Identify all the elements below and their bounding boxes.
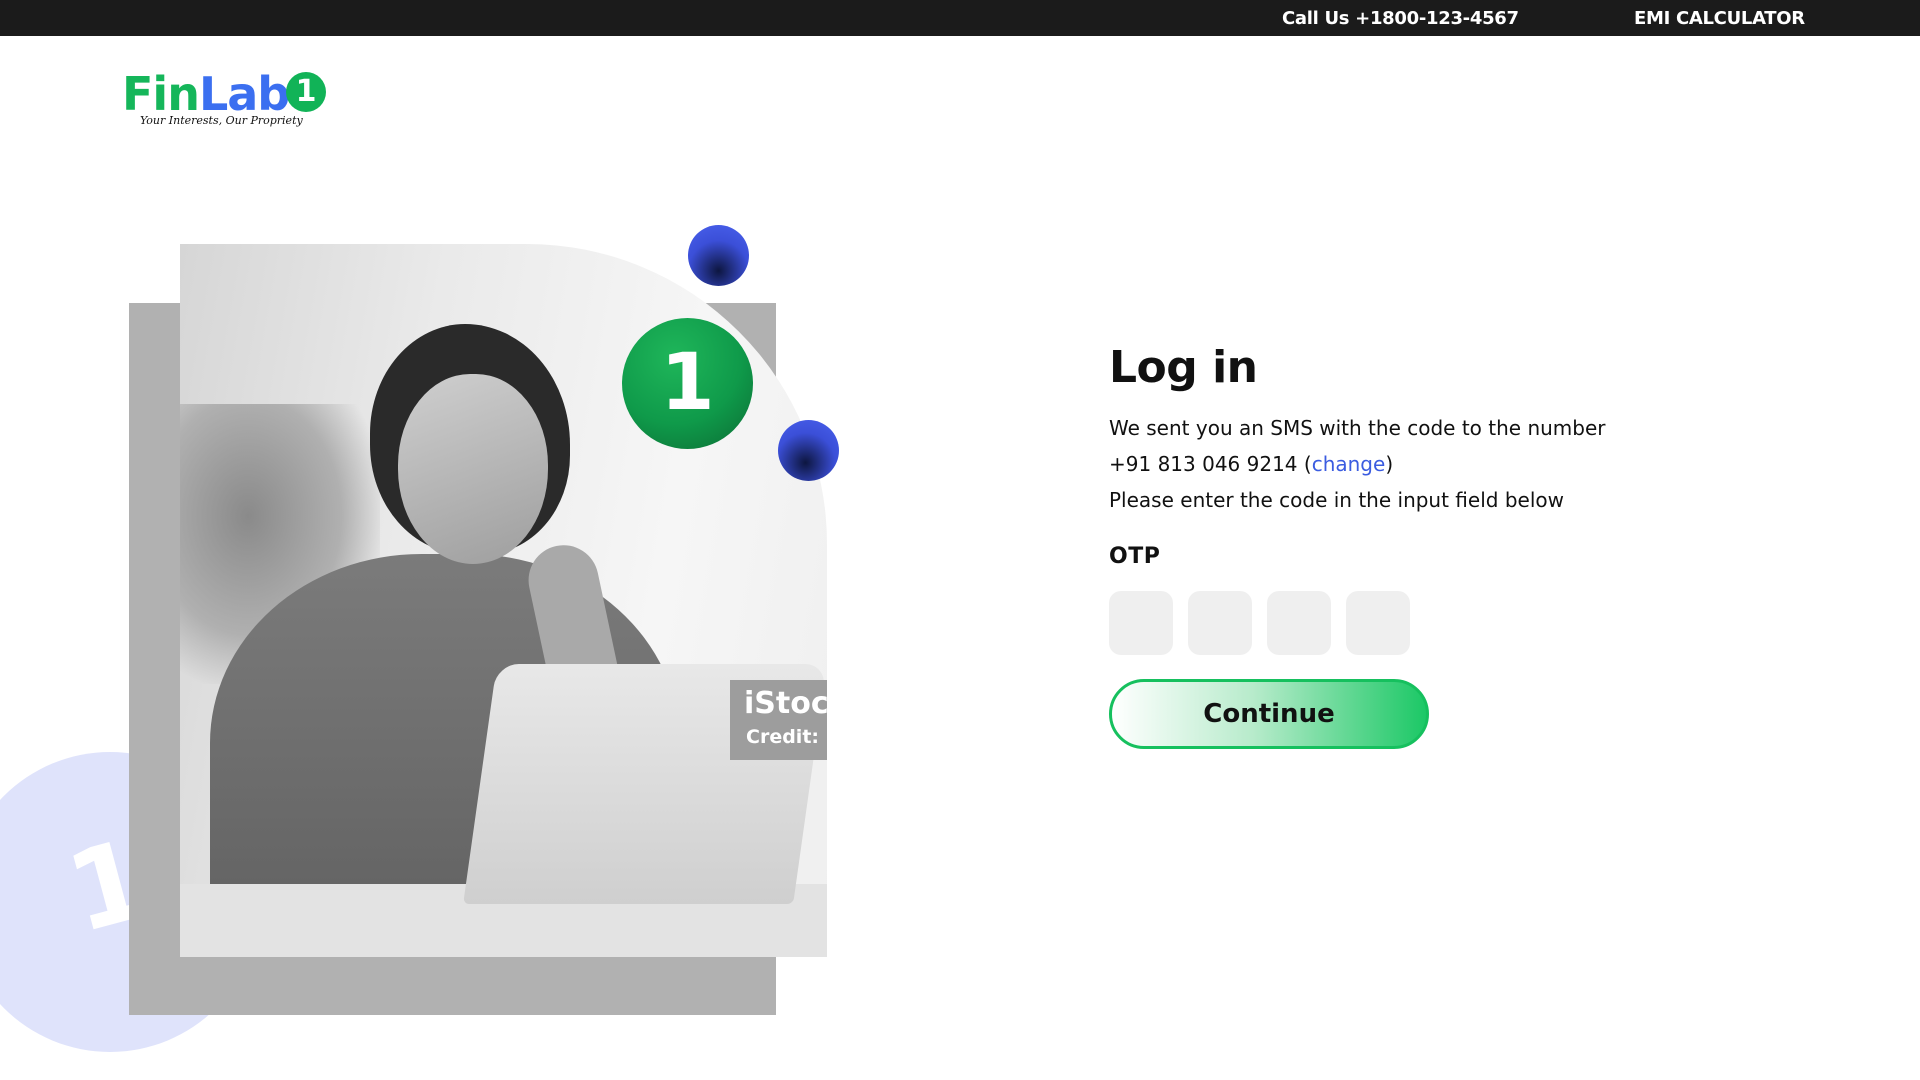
sms-sent-text: We sent you an SMS with the code to the … — [1109, 416, 1606, 440]
otp-digit-3[interactable] — [1267, 591, 1331, 655]
phone-number-line: +91 813 046 9214 (change) — [1109, 446, 1709, 482]
watermark-title: iStock — [744, 686, 827, 721]
hero-one-badge: 1 — [622, 318, 753, 449]
otp-digit-1[interactable] — [1109, 591, 1173, 655]
istock-watermark: iStock Credit: — [730, 680, 827, 760]
decor-blue-ball-right — [778, 420, 839, 481]
logo-one-badge: 1 — [286, 72, 326, 112]
top-bar: Call Us +1800-123-4567 EMI CALCULATOR — [0, 0, 1920, 36]
emi-calculator-link[interactable]: EMI CALCULATOR — [1634, 8, 1805, 29]
otp-input-group — [1109, 591, 1709, 655]
watermark-credit: Credit: — [746, 726, 819, 748]
login-panel: Log in We sent you an SMS with the code … — [1109, 336, 1709, 749]
logo-lab: Lab — [198, 67, 290, 121]
login-title: Log in — [1109, 342, 1258, 393]
finlab-logo[interactable]: FinLab 1 Your Interests, Our Propriety — [122, 66, 332, 136]
otp-digit-4[interactable] — [1346, 591, 1410, 655]
photo-person-face — [398, 374, 548, 564]
paren-close: ) — [1385, 452, 1394, 476]
otp-digit-2[interactable] — [1188, 591, 1252, 655]
logo-fin: Fin — [122, 67, 200, 121]
phone-number: +91 813 046 9214 — [1109, 452, 1298, 476]
otp-label: OTP — [1109, 544, 1161, 569]
continue-button[interactable]: Continue — [1109, 679, 1429, 749]
paren-open: ( — [1297, 452, 1312, 476]
call-us-phone[interactable]: Call Us +1800-123-4567 — [1282, 8, 1519, 29]
logo-tagline: Your Interests, Our Propriety — [140, 114, 303, 127]
instruction-text: Please enter the code in the input field… — [1109, 488, 1564, 512]
decor-blue-ball-top — [688, 225, 749, 286]
change-number-link[interactable]: change — [1312, 452, 1386, 476]
